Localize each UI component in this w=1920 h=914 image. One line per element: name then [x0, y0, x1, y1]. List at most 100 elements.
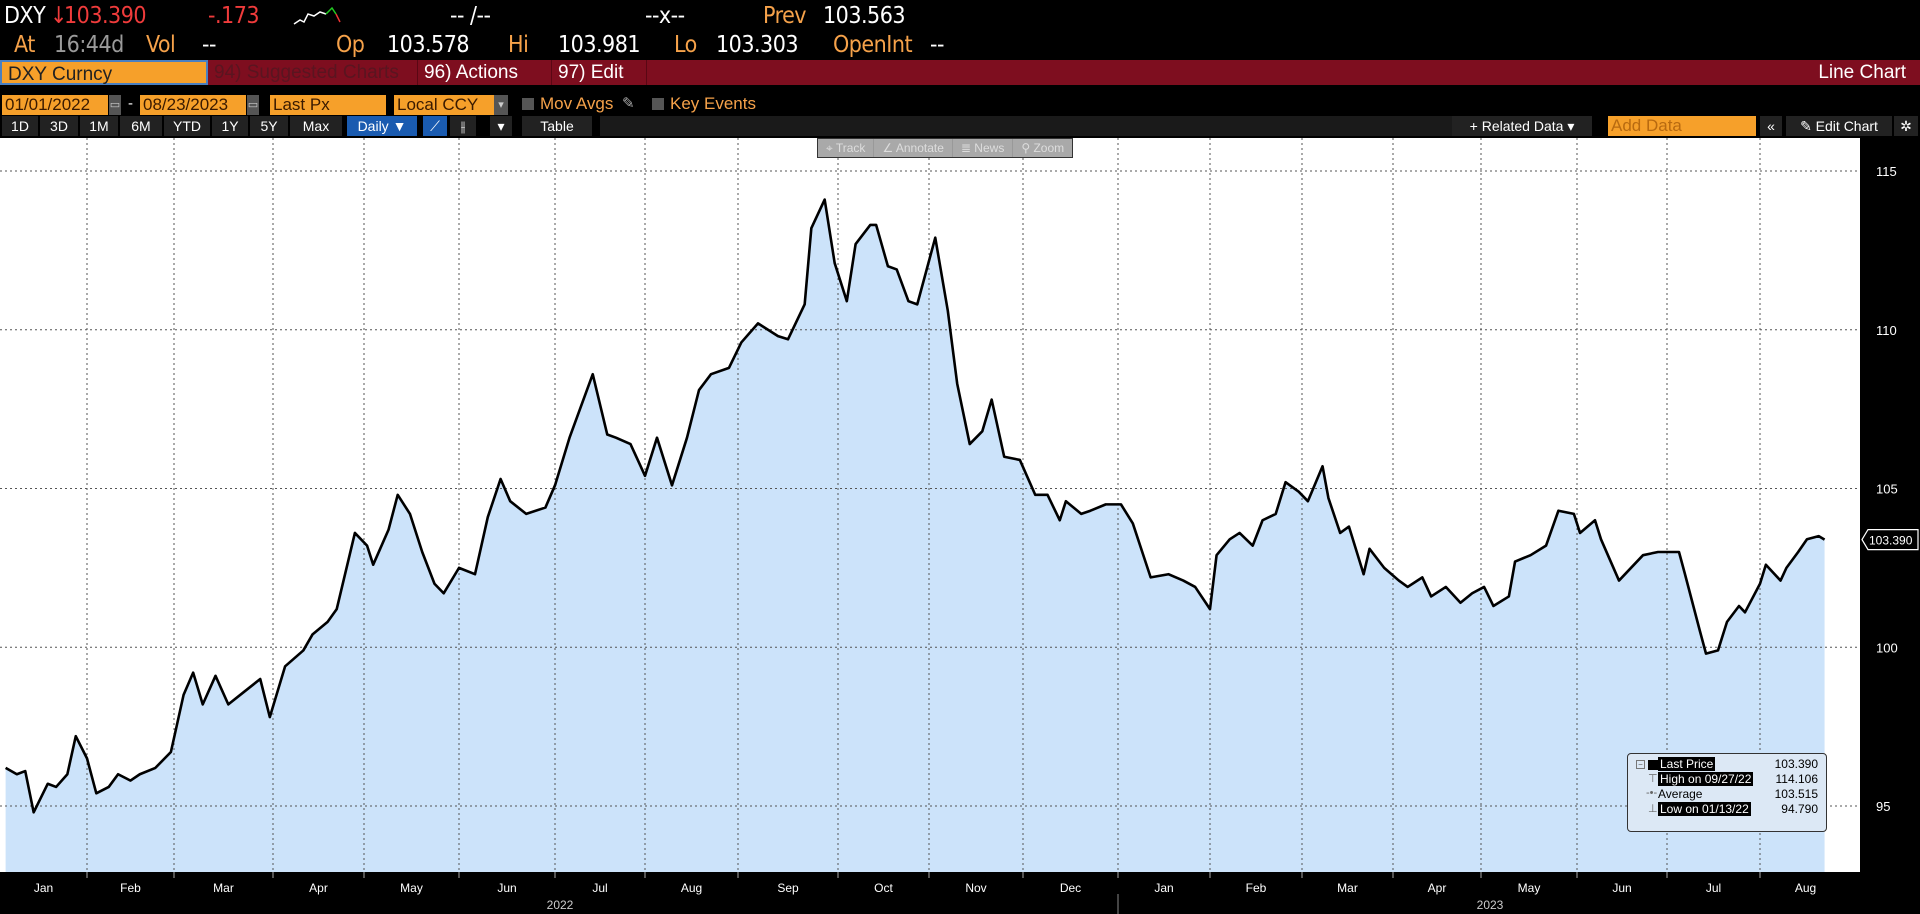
chevron-down-icon[interactable]: ▾: [490, 116, 512, 136]
period-button-5y[interactable]: 5Y: [250, 116, 288, 136]
x-tick-label: Mar: [213, 881, 234, 895]
legend-label: Last Price: [1658, 757, 1716, 771]
x-tick-label: Jun: [497, 881, 516, 895]
pencil-icon[interactable]: ✎: [622, 94, 635, 112]
period-button-3d[interactable]: 3D: [40, 116, 78, 136]
year-label: 2022: [547, 898, 574, 912]
open-value: 103.578: [387, 32, 470, 58]
bid-ask-size: --x--: [645, 3, 685, 29]
low-label: Lo: [674, 32, 697, 58]
bid-ask: -- /--: [450, 3, 491, 29]
x-tick-label: Mar: [1337, 881, 1358, 895]
x-tick-label: Jan: [34, 881, 53, 895]
calendar-icon[interactable]: ▭: [247, 95, 259, 115]
x-tick-label: Apr: [309, 881, 328, 895]
low-value: 103.303: [716, 32, 799, 58]
vol-label: Vol: [146, 32, 176, 58]
prev-value: 103.563: [823, 3, 906, 29]
bar-chart-icon[interactable]: ⫲: [450, 116, 476, 136]
collapse-icon[interactable]: «: [1760, 116, 1782, 136]
x-tick-label: Feb: [120, 881, 141, 895]
net-change: -.173: [208, 3, 260, 29]
start-date-input[interactable]: 01/01/2022: [2, 95, 108, 115]
time: 16:44d: [54, 32, 124, 58]
chart-legend: − Last Price 103.390 ⊤ High on 09/27/22 …: [1627, 753, 1827, 832]
edit-button[interactable]: 97) Edit: [552, 60, 647, 85]
period-button-1d[interactable]: 1D: [2, 116, 38, 136]
legend-value: 103.390: [1774, 757, 1818, 771]
collapse-tree-icon[interactable]: −: [1636, 760, 1645, 769]
actions-button[interactable]: 96) Actions: [418, 60, 552, 85]
mov-avgs-label: Mov Avgs: [540, 94, 614, 113]
vol-value: --: [202, 32, 216, 58]
average-marker-icon: -•-: [1646, 787, 1658, 799]
prev-label: Prev: [763, 3, 807, 29]
line-chart-icon[interactable]: ⟋: [423, 116, 447, 136]
period-button-ytd[interactable]: YTD: [164, 116, 210, 136]
suggested-charts-button[interactable]: 94) Suggested Charts: [208, 60, 418, 85]
period-button-1y[interactable]: 1Y: [212, 116, 248, 136]
track-tool[interactable]: ⌖ Track: [818, 139, 875, 157]
legend-value: 94.790: [1781, 802, 1818, 816]
last-price: 103.390: [64, 3, 147, 29]
chart-type-title: Line Chart: [1818, 62, 1906, 83]
x-tick-label: Jun: [1612, 881, 1631, 895]
high-label: Hi: [508, 32, 529, 58]
low-marker-icon: ⊥: [1648, 803, 1658, 815]
chevron-down-icon[interactable]: ▾: [494, 95, 508, 115]
annotate-tool[interactable]: ∠ Annotate: [874, 139, 953, 157]
x-tick-label: Jul: [592, 881, 607, 895]
toolbar-spacer: [600, 116, 1452, 136]
zoom-tool[interactable]: ⚲ Zoom: [1013, 139, 1072, 157]
calendar-icon[interactable]: ▭: [109, 95, 121, 115]
table-button[interactable]: Table: [522, 116, 592, 136]
x-tick-label: Oct: [874, 881, 893, 895]
openint-label: OpenInt: [833, 32, 913, 58]
y-tick-label: 110: [1876, 323, 1897, 338]
high-marker-icon: ⊤: [1648, 773, 1658, 785]
legend-label: High on 09/27/22: [1658, 772, 1754, 786]
x-tick-label: Jul: [1706, 881, 1721, 895]
y-tick-label: 105: [1876, 482, 1898, 497]
news-tool[interactable]: ≣ News: [953, 139, 1014, 157]
x-tick-label: Aug: [681, 881, 702, 895]
legend-value: 103.515: [1774, 787, 1818, 801]
legend-label: Average: [1658, 787, 1703, 801]
date-separator: -: [128, 95, 133, 112]
legend-value: 114.106: [1775, 772, 1819, 786]
high-value: 103.981: [558, 32, 641, 58]
x-tick-label: Apr: [1428, 881, 1447, 895]
period-button-max[interactable]: Max: [290, 116, 342, 136]
y-tick-label: 95: [1876, 799, 1890, 814]
period-button-1m[interactable]: 1M: [80, 116, 118, 136]
x-tick-label: Feb: [1246, 881, 1267, 895]
currency-select[interactable]: Local CCY: [394, 95, 502, 115]
openint-value: --: [930, 32, 944, 58]
edit-chart-button[interactable]: ✎ Edit Chart: [1786, 116, 1892, 136]
key-events-label: Key Events: [670, 94, 756, 113]
x-tick-label: Sep: [777, 881, 799, 895]
legend-label: Low on 01/13/22: [1658, 802, 1751, 816]
x-tick-label: Dec: [1060, 881, 1081, 895]
mov-avgs-checkbox[interactable]: [522, 98, 534, 110]
period-button-6m[interactable]: 6M: [120, 116, 162, 136]
x-tick-label: Aug: [1795, 881, 1816, 895]
field-select[interactable]: Last Px: [270, 95, 386, 115]
end-date-input[interactable]: 08/23/2023: [140, 95, 246, 115]
chart-overlay-toolbar: ⌖ Track ∠ Annotate ≣ News ⚲ Zoom: [817, 138, 1074, 158]
at-label: At: [14, 32, 35, 58]
related-data-button[interactable]: + Related Data ▾: [1452, 116, 1592, 136]
frequency-select[interactable]: Daily ▼: [347, 116, 417, 136]
gear-icon[interactable]: ✲: [1894, 116, 1918, 136]
last-price-tag-label: 103.390: [1869, 534, 1913, 548]
x-tick-label: May: [1518, 881, 1541, 895]
key-events-checkbox[interactable]: [652, 98, 664, 110]
add-data-input[interactable]: Add Data: [1608, 116, 1756, 136]
x-tick-label: Jan: [1154, 881, 1173, 895]
y-tick-label: 115: [1876, 164, 1897, 179]
command-bar: DXY Curncy 94) Suggested Charts 96) Acti…: [0, 60, 1920, 85]
sparkline-icon: [293, 6, 341, 25]
y-tick-label: 100: [1876, 640, 1898, 655]
series-swatch-icon: [1648, 760, 1658, 770]
security-input[interactable]: DXY Curncy: [0, 60, 208, 85]
